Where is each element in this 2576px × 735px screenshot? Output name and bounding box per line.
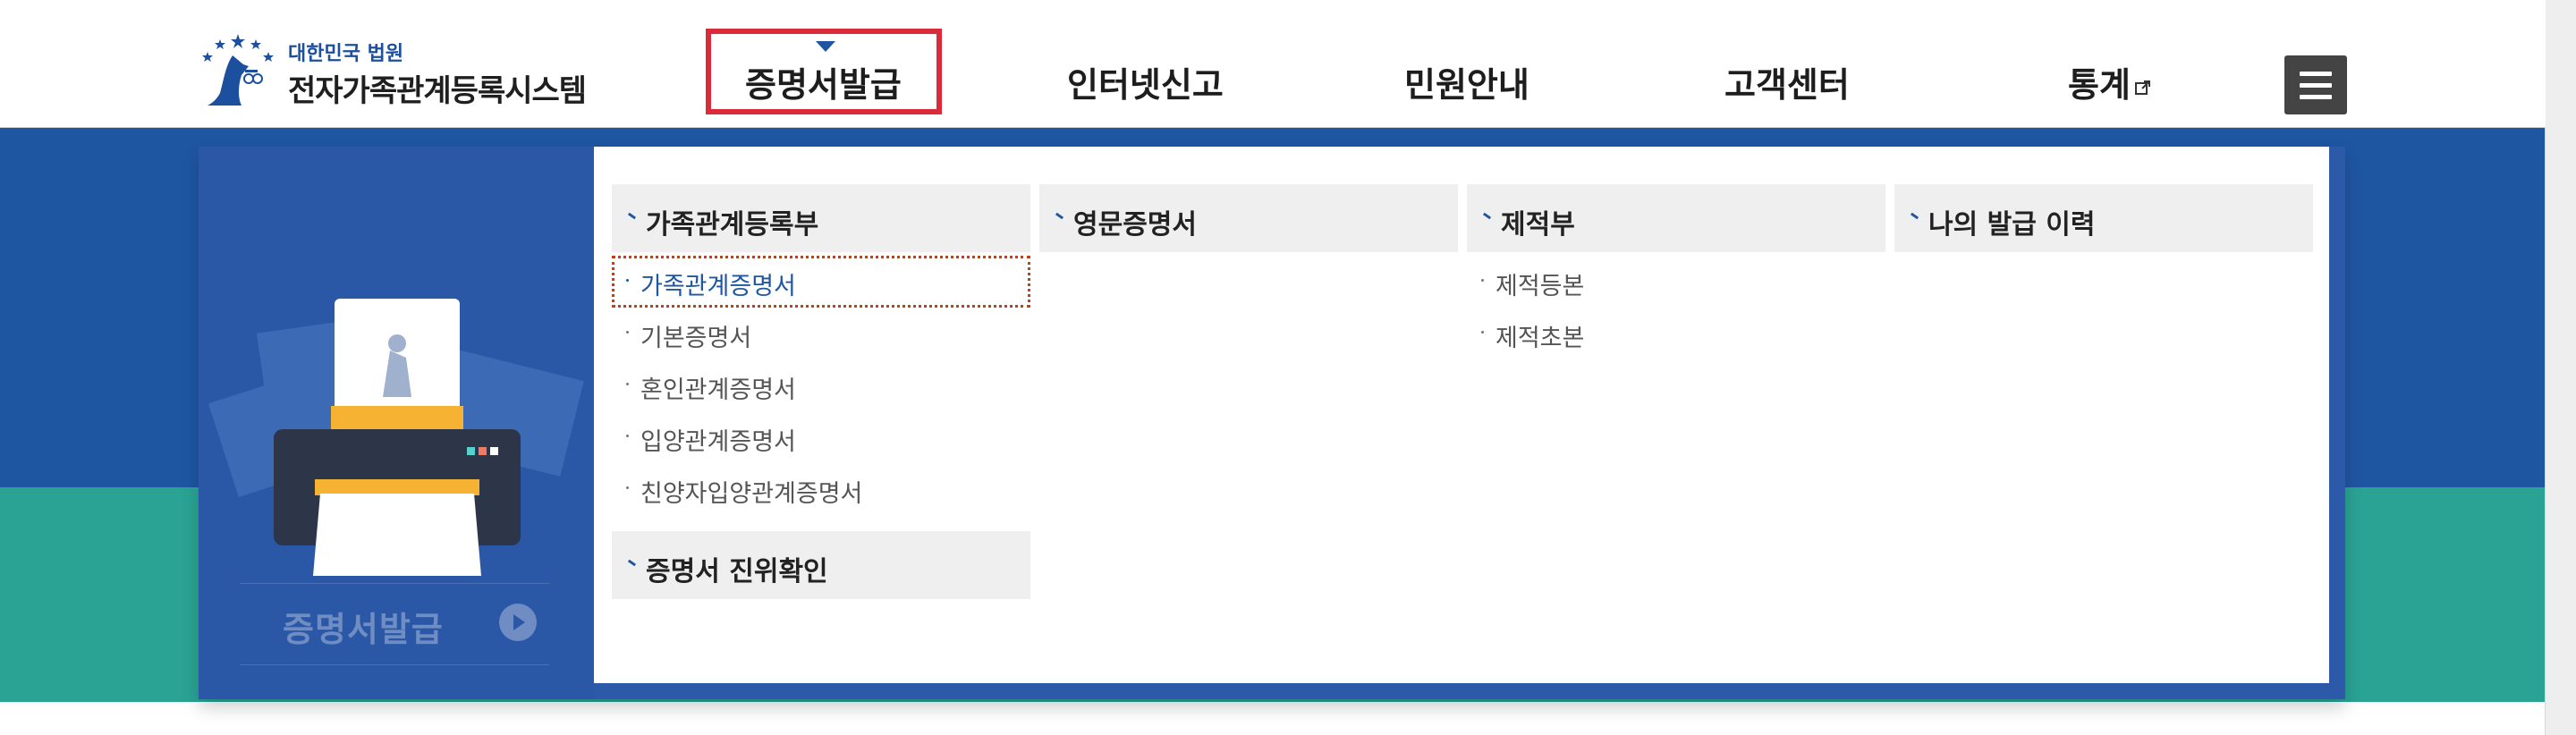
nav-item-civil-guide[interactable]: 민원안내 (1404, 57, 1530, 106)
column-heading-text: 증명서 진위확인 (646, 556, 828, 587)
nav-item-statistics-label: 통계 (2068, 65, 2131, 105)
column-heading[interactable]: 가족관계등록부 (612, 184, 1030, 252)
printer-illustration-icon (208, 299, 584, 576)
menu-item-label: 제적초본 (1496, 325, 1585, 352)
column-item-list: 제적등본 제적초본 (1467, 256, 1885, 359)
site-header: 대한민국 법원 전자가족관계등록시스템 증명서발급 인터넷신고 민원안내 고객센… (0, 0, 2546, 128)
mega-menu-panel: 가족관계등록부 가족관계증명서 기본증명서 혼인관계증명서 입양관계증명서 친양… (594, 147, 2329, 683)
bullet-dot-icon (626, 279, 629, 282)
hamburger-icon-bar (2300, 83, 2332, 88)
logo-title: 전자가족관계등록시스템 (288, 73, 587, 109)
column-heading-text: 제적부 (1501, 209, 1575, 241)
menu-column-removed-register: 제적부 제적등본 제적초본 (1467, 184, 1885, 359)
hamburger-icon (2300, 72, 2332, 76)
side-label-text: 증명서발급 (283, 610, 444, 649)
page-scrollbar[interactable] (2545, 0, 2576, 735)
bullet-dot-icon (626, 383, 629, 385)
column-heading[interactable]: 영문증명서 (1039, 184, 1458, 252)
bullet-tick-icon (1910, 212, 1919, 220)
bullet-tick-icon (627, 212, 637, 220)
column-heading[interactable]: 나의 발급 이력 (1894, 184, 2313, 252)
bullet-dot-icon (626, 486, 629, 489)
menu-item-marriage-cert[interactable]: 혼인관계증명서 (612, 359, 1030, 411)
menu-column-issue-history: 나의 발급 이력 (1894, 184, 2313, 252)
menu-column-english-cert: 영문증명서 (1039, 184, 1458, 252)
menu-item-label: 혼인관계증명서 (640, 376, 796, 404)
bullet-tick-icon (1482, 212, 1492, 220)
menu-item-removed-full-copy[interactable]: 제적등본 (1467, 256, 1885, 308)
menu-item-label: 제적등본 (1496, 273, 1585, 300)
bullet-dot-icon (626, 331, 629, 334)
bullet-tick-icon (627, 559, 637, 567)
bullet-dot-icon (626, 435, 629, 437)
nav-item-certificate-issue[interactable]: 증명서발급 (745, 57, 902, 106)
column-heading-text: 영문증명서 (1073, 209, 1197, 241)
site-logo[interactable]: 대한민국 법원 전자가족관계등록시스템 (199, 30, 587, 111)
column-heading-verify[interactable]: 증명서 진위확인 (612, 531, 1030, 599)
menu-item-family-relation-cert[interactable]: 가족관계증명서 (612, 256, 1030, 308)
column-item-list: 가족관계증명서 기본증명서 혼인관계증명서 입양관계증명서 친양자입양관계증명서 (612, 256, 1030, 515)
external-link-icon (2134, 80, 2150, 95)
nav-item-statistics[interactable]: 통계 (2068, 57, 2152, 106)
menu-item-label: 기본증명서 (640, 325, 752, 352)
column-heading-text: 나의 발급 이력 (1928, 209, 2096, 241)
mega-menu-side-label[interactable]: 증명서발급 (240, 583, 549, 665)
mega-menu-side: 증명서발급 (199, 147, 594, 699)
column-heading-text: 가족관계등록부 (646, 209, 819, 241)
menu-item-removed-extract[interactable]: 제적초본 (1467, 308, 1885, 359)
menu-item-label: 가족관계증명서 (640, 273, 796, 300)
menu-item-adoption-cert[interactable]: 입양관계증명서 (612, 411, 1030, 463)
nav-item-internet-report[interactable]: 인터넷신고 (1067, 57, 1224, 106)
menu-column-family-register: 가족관계등록부 가족관계증명서 기본증명서 혼인관계증명서 입양관계증명서 친양… (612, 184, 1030, 599)
play-arrow-icon (499, 604, 537, 641)
menu-item-label: 친양자입양관계증명서 (640, 480, 863, 508)
logo-subtitle: 대한민국 법원 (288, 43, 404, 65)
column-heading[interactable]: 제적부 (1467, 184, 1885, 252)
hamburger-icon-bar (2300, 95, 2332, 99)
bullet-dot-icon (1481, 279, 1484, 282)
court-emblem-icon (202, 34, 274, 106)
menu-button[interactable] (2284, 55, 2347, 114)
menu-item-basic-cert[interactable]: 기본증명서 (612, 308, 1030, 359)
nav-item-customer-center[interactable]: 고객센터 (1724, 57, 1850, 106)
menu-item-label: 입양관계증명서 (640, 428, 796, 456)
active-caret-icon (816, 41, 835, 52)
bullet-tick-icon (1055, 212, 1064, 220)
mega-menu: 증명서발급 가족관계등록부 가족관계증명서 기본증명서 혼인관계증명서 입양관계… (199, 147, 2345, 699)
menu-item-full-adoption-cert[interactable]: 친양자입양관계증명서 (612, 463, 1030, 515)
bullet-dot-icon (1481, 331, 1484, 334)
